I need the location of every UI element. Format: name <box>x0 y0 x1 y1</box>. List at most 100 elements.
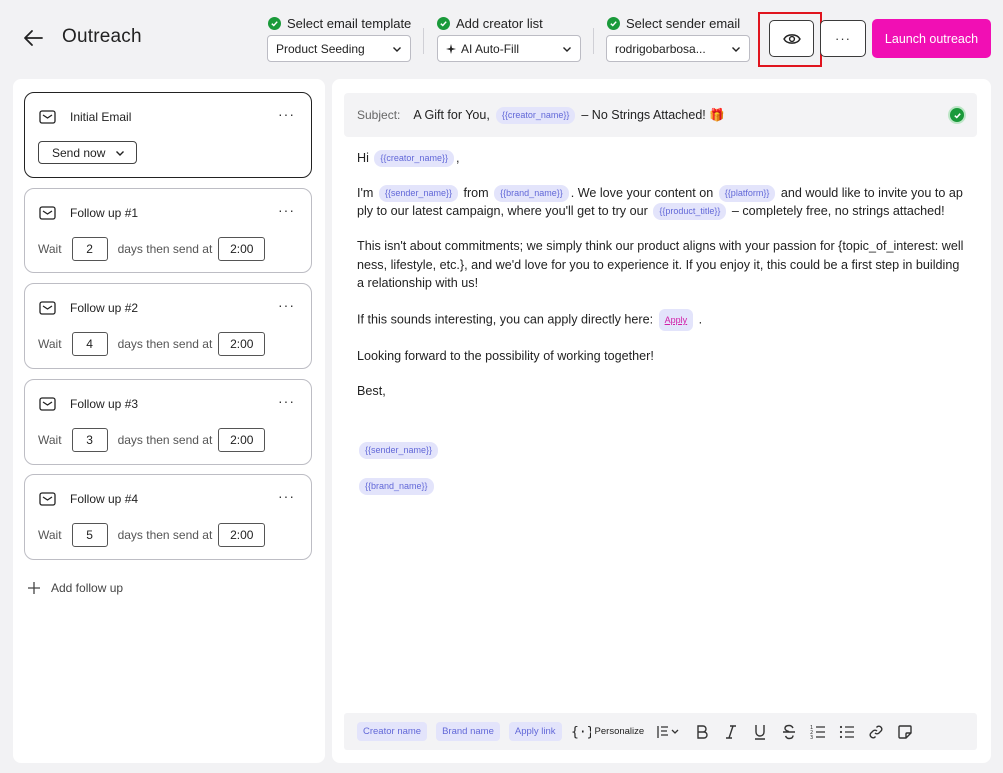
greeting-text: Hi <box>357 151 369 165</box>
highlight-box <box>758 12 822 67</box>
card-title: Follow up #4 <box>70 492 139 506</box>
variable-tag[interactable]: {{creator_name}} <box>495 106 576 124</box>
italic-icon <box>726 724 737 739</box>
mail-icon <box>39 397 56 411</box>
align-button[interactable] <box>656 721 682 743</box>
underline-button[interactable] <box>751 721 769 743</box>
send-timing-select[interactable]: Send now <box>38 141 137 164</box>
card-title: Follow up #3 <box>70 397 139 411</box>
insert-apply-link-chip[interactable]: Apply link <box>508 722 562 741</box>
sender-email-select[interactable]: rodrigobarbosa... <box>606 35 750 62</box>
time-input[interactable]: 2:00 <box>218 237 266 261</box>
wait-label: Wait <box>38 337 62 351</box>
italic-button[interactable] <box>722 721 740 743</box>
paragraph-intro: I'm {{sender_name}} from {{brand_name}}.… <box>357 184 969 221</box>
strikethrough-icon <box>783 724 796 739</box>
step-label: Select sender email <box>626 15 741 31</box>
followup-card[interactable]: Follow up #4 ··· Wait 5 days then send a… <box>24 474 312 560</box>
more-icon[interactable]: ··· <box>278 203 295 217</box>
followup-card[interactable]: Follow up #1 ··· Wait 2 days then send a… <box>24 188 312 273</box>
apply-link[interactable]: Apply <box>658 308 694 331</box>
variable-tag[interactable]: {{platform}} <box>718 185 776 203</box>
time-input[interactable]: 2:00 <box>218 428 266 452</box>
bold-icon <box>697 724 708 739</box>
then-label: days then send at <box>117 528 213 542</box>
time-input[interactable]: 2:00 <box>218 332 266 356</box>
align-left-icon <box>657 725 679 738</box>
more-icon[interactable]: ··· <box>278 298 295 312</box>
subject-bar[interactable]: Subject: A Gift for You, {{creator_name}… <box>344 93 977 137</box>
more-options-button[interactable]: ··· <box>820 20 866 57</box>
sequence-panel: Initial Email ··· Send now Follow up #1 … <box>13 79 325 763</box>
mail-icon <box>39 206 56 220</box>
email-template-select[interactable]: Product Seeding <box>267 35 411 62</box>
variable-tag[interactable]: {{sender_name}} <box>378 185 458 203</box>
subject-post: – No Strings Attached! 🎁 <box>581 107 725 122</box>
variable-tag[interactable]: {{creator_name}} <box>374 150 454 168</box>
variable-tag[interactable]: {{brand_name}} <box>359 478 434 495</box>
select-value: AI Auto-Fill <box>461 41 520 56</box>
paragraph-closing: Looking forward to the possibility of wo… <box>357 349 654 364</box>
link-button[interactable] <box>867 721 885 743</box>
ordered-list-icon: 123 <box>810 725 826 741</box>
step-label: Select email template <box>287 15 412 31</box>
subject-text[interactable]: A Gift for You, {{creator_name}} – No St… <box>413 106 725 124</box>
paragraph-pitch: This isn't about commitments; we simply … <box>357 239 964 291</box>
days-input[interactable]: 2 <box>71 237 108 261</box>
sticker-icon <box>898 724 912 739</box>
initial-email-card[interactable]: Initial Email ··· Send now <box>24 92 312 178</box>
braces-icon: {·} <box>571 725 591 740</box>
mail-icon <box>39 301 56 315</box>
bullet-list-button[interactable] <box>838 721 856 743</box>
creator-list-select[interactable]: AI Auto-Fill <box>437 35 581 62</box>
variable-tag[interactable]: {{product_title}} <box>653 203 727 221</box>
underline-icon <box>755 724 766 740</box>
chevron-down-icon <box>393 46 401 52</box>
sticker-button[interactable] <box>896 721 914 743</box>
editor-toolbar: Creator name Brand name Apply link {·} P… <box>344 713 977 750</box>
wait-label: Wait <box>38 528 62 542</box>
more-icon[interactable]: ··· <box>278 489 295 503</box>
card-title: Follow up #1 <box>70 206 139 220</box>
followup-card[interactable]: Follow up #3 ··· Wait 3 days then send a… <box>24 379 312 465</box>
link-icon <box>869 725 883 738</box>
personalize-label: Personalize <box>594 726 645 737</box>
divider <box>423 28 424 54</box>
bold-button[interactable] <box>693 721 711 743</box>
days-input[interactable]: 3 <box>71 428 108 452</box>
subject-pre: A Gift for You, <box>413 108 490 122</box>
step-label: Add creator list <box>456 15 543 31</box>
chevron-down-icon <box>732 46 740 52</box>
wait-label: Wait <box>38 433 62 447</box>
strikethrough-button[interactable] <box>780 721 798 743</box>
followup-card[interactable]: Follow up #2 ··· Wait 4 days then send a… <box>24 283 312 369</box>
time-input[interactable]: 2:00 <box>218 523 266 547</box>
launch-outreach-button[interactable]: Launch outreach <box>872 19 991 58</box>
more-icon[interactable]: ··· <box>278 394 295 408</box>
then-label: days then send at <box>117 433 213 447</box>
plus-icon <box>28 582 40 594</box>
variable-tag[interactable]: {{sender_name}} <box>359 442 439 459</box>
bullet-list-icon <box>840 725 855 738</box>
step-sender-email: Select sender email <box>607 14 740 32</box>
insert-brand-name-chip[interactable]: Brand name <box>436 722 500 741</box>
select-value: rodrigobarbosa... <box>615 41 706 56</box>
wait-row: Wait 4 days then send at 2:00 <box>38 332 266 356</box>
select-value: Product Seeding <box>276 41 365 56</box>
mail-icon <box>39 492 56 506</box>
days-input[interactable]: 5 <box>71 523 108 547</box>
variable-tag[interactable]: {{brand_name}} <box>494 185 569 203</box>
mail-icon <box>39 110 56 124</box>
ordered-list-button[interactable]: 123 <box>809 721 827 743</box>
days-input[interactable]: 4 <box>71 332 108 356</box>
add-follow-up-button[interactable]: Add follow up <box>27 581 123 595</box>
insert-creator-name-chip[interactable]: Creator name <box>357 722 428 741</box>
add-follow-up-label: Add follow up <box>51 581 124 595</box>
card-title: Follow up #2 <box>70 301 139 315</box>
more-icon[interactable]: ··· <box>278 107 295 121</box>
personalize-button[interactable]: {·} Personalize <box>571 724 645 740</box>
email-body[interactable]: Hi {{creator_name}}, I'm {{sender_name}}… <box>357 149 969 417</box>
svg-text:{·}: {·} <box>571 725 591 740</box>
svg-text:3: 3 <box>810 735 813 741</box>
back-arrow-icon[interactable] <box>22 28 44 48</box>
